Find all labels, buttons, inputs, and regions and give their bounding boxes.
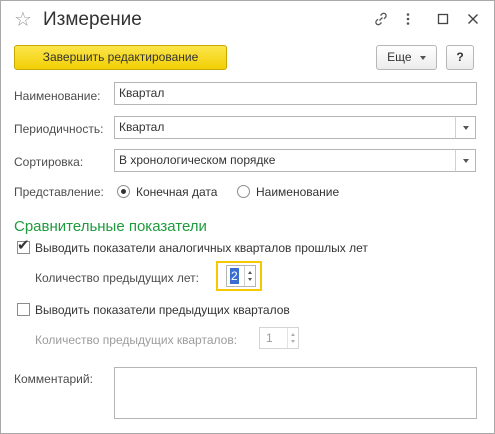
prev-years-spinner[interactable] [244, 266, 255, 286]
chevron-down-icon [463, 126, 469, 130]
help-button[interactable]: ? [446, 45, 474, 70]
spin-down-icon [291, 340, 295, 343]
show-same-quarters-checkbox[interactable]: ✔ [17, 237, 30, 254]
window-title: Измерение [43, 9, 142, 30]
name-label: Наименование: [14, 89, 101, 103]
prev-quarters-spinner [287, 328, 298, 348]
more-vertical-icon[interactable] [399, 11, 417, 29]
sort-label: Сортировка: [14, 155, 84, 169]
prev-years-count-field[interactable]: 2 [226, 265, 256, 287]
spin-up-icon[interactable] [248, 271, 252, 274]
more-button[interactable]: Еще [376, 45, 437, 70]
sort-dropdown-button[interactable] [455, 149, 476, 172]
spin-up-icon [291, 333, 295, 336]
checkmark-icon: ✔ [17, 237, 30, 254]
comment-textarea[interactable] [114, 367, 477, 419]
radio-name[interactable] [237, 185, 250, 198]
prev-years-count-value: 2 [230, 268, 239, 284]
show-prev-quarters-label[interactable]: Выводить показатели предыдущих кварталов [35, 302, 290, 318]
radio-end-date[interactable] [117, 185, 130, 198]
name-field[interactable]: Квартал [114, 82, 477, 105]
finish-editing-button[interactable]: Завершить редактирование [14, 45, 227, 70]
prev-years-count-label: Количество предыдущих лет: [35, 271, 200, 285]
chevron-down-icon [463, 159, 469, 163]
prev-quarters-count-value: 1 [266, 331, 273, 345]
prev-quarters-count-label: Количество предыдущих кварталов: [35, 333, 238, 347]
period-select[interactable]: Квартал [114, 116, 456, 139]
chevron-down-icon [419, 55, 426, 60]
period-label: Периодичность: [14, 122, 104, 136]
radio-end-date-label[interactable]: Конечная дата [136, 184, 217, 200]
show-same-quarters-label[interactable]: Выводить показатели аналогичных квартало… [35, 240, 368, 256]
more-button-label: Еще [387, 50, 412, 64]
section-title: Сравнительные показатели [14, 218, 207, 235]
period-dropdown-button[interactable] [455, 116, 476, 139]
title-bar: ☆ Измерение [1, 1, 494, 41]
prev-quarters-count-field: 1 [259, 327, 299, 349]
dialog-window: ☆ Измерение Завершить редактирование Еще… [0, 0, 495, 434]
show-prev-quarters-checkbox[interactable] [17, 303, 30, 316]
sort-select[interactable]: В хронологическом порядке [114, 149, 456, 172]
link-icon[interactable] [372, 11, 390, 29]
spin-down-icon[interactable] [248, 278, 252, 281]
close-icon[interactable] [464, 11, 482, 29]
representation-label: Представление: [14, 185, 104, 199]
maximize-icon[interactable] [434, 11, 452, 29]
star-icon[interactable]: ☆ [14, 9, 32, 31]
radio-name-label[interactable]: Наименование [256, 184, 339, 200]
comment-label: Комментарий: [14, 372, 93, 386]
